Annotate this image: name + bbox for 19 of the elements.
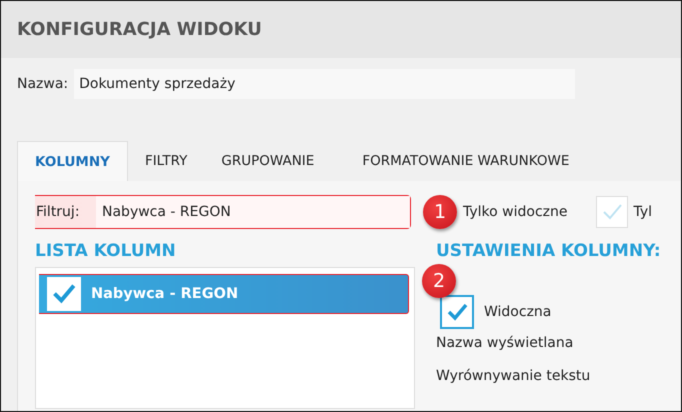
field-label: Nazwa wyświetlana xyxy=(436,335,574,353)
tab[interactable]: KOLUMNY xyxy=(17,141,128,181)
tab[interactable]: FORMATOWANIE WARUNKOWE xyxy=(345,141,586,181)
name-field[interactable]: Dokumenty sprzedaży xyxy=(74,69,576,99)
option-label: Tylko widoczne xyxy=(463,204,568,220)
section-heading: USTAWIENIA KOLUMNY: xyxy=(436,241,661,263)
checkbox-label: Widoczna xyxy=(484,304,552,320)
name-label: Nazwa: xyxy=(17,76,68,92)
section-heading: LISTA KOLUMN xyxy=(35,241,177,263)
checkbox[interactable] xyxy=(440,295,474,329)
callout-marker: 2 xyxy=(422,264,456,298)
checkbox[interactable] xyxy=(47,277,81,311)
window-title: KONFIGURACJA WIDOKU xyxy=(17,19,262,40)
filter-field[interactable]: Filtruj: Nabywca - REGON xyxy=(35,195,411,229)
option-label: Tyl xyxy=(634,204,652,220)
tab[interactable]: FILTRY xyxy=(128,141,204,181)
field-label: Wyrównywanie tekstu xyxy=(436,368,592,386)
tab[interactable]: GRUPOWANIE xyxy=(204,141,332,181)
callout-marker: 1 xyxy=(423,195,457,229)
